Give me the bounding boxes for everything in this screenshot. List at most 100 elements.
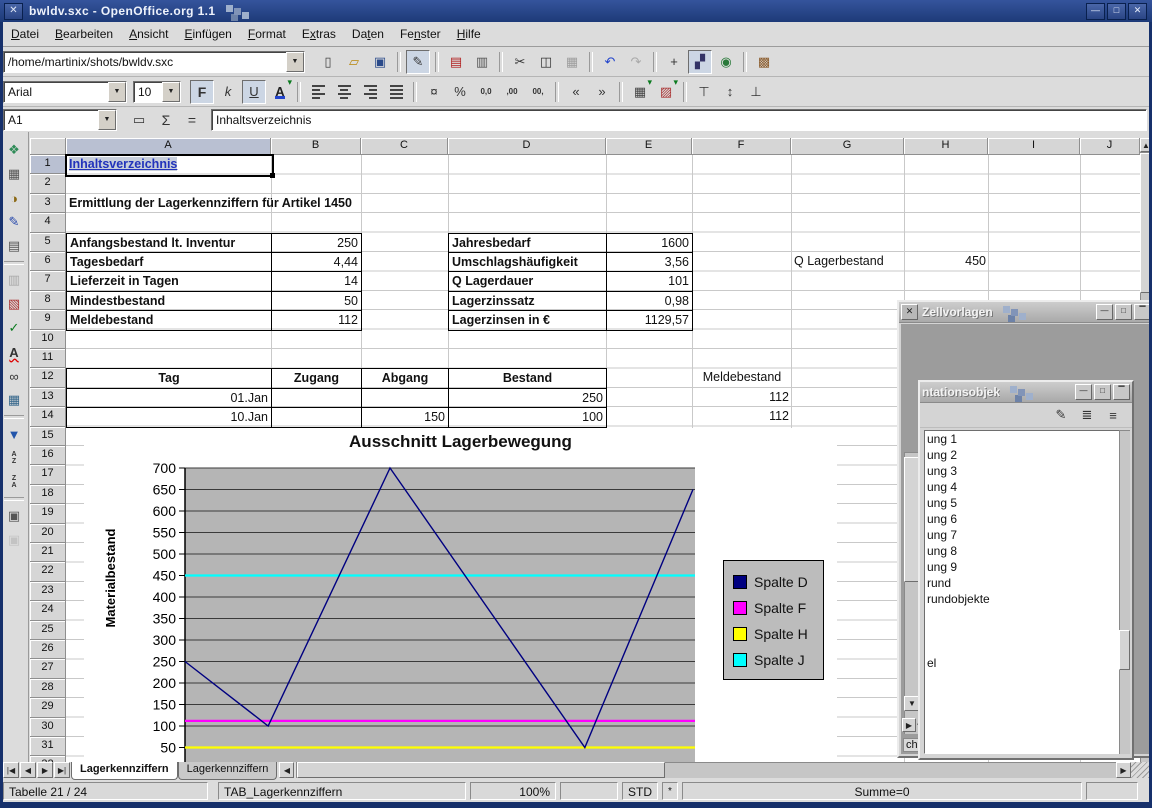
style-list-item[interactable]: ung 1: [925, 431, 1119, 447]
style-list-item[interactable]: [925, 639, 1119, 655]
row-header-2[interactable]: 2: [30, 174, 66, 193]
row-header-4[interactable]: 4: [30, 213, 66, 232]
previous-sheet-icon[interactable]: ◀: [20, 762, 36, 778]
column-header-D[interactable]: D: [448, 138, 606, 155]
insert-mode-status[interactable]: [560, 782, 618, 800]
cell-A12[interactable]: Tag: [66, 368, 272, 388]
scroll-right-icon[interactable]: ▶: [1116, 762, 1131, 778]
gallery-icon[interactable]: ◉: [714, 50, 738, 74]
first-sheet-icon[interactable]: |◀: [3, 762, 19, 778]
menu-bearbeiten[interactable]: Bearbeiten: [47, 24, 121, 44]
row-header-13[interactable]: 13: [30, 388, 66, 407]
column-header-H[interactable]: H: [904, 138, 988, 155]
row-header-28[interactable]: 28: [30, 679, 66, 698]
align-top-icon[interactable]: ⊤: [692, 80, 716, 104]
url-combobox[interactable]: /home/martinix/shots/bwldv.sxc ▼: [3, 51, 305, 73]
column-header-C[interactable]: C: [361, 138, 448, 155]
cell-A13[interactable]: 01.Jan: [66, 388, 272, 408]
row-header-1[interactable]: 1: [30, 155, 66, 174]
currency-icon[interactable]: ¤: [422, 80, 446, 104]
select-all-corner[interactable]: [30, 138, 66, 155]
style-list-scrollbar[interactable]: [1119, 430, 1130, 754]
borders-icon[interactable]: ▦: [628, 80, 652, 104]
column-header-G[interactable]: G: [791, 138, 904, 155]
column-header-F[interactable]: F: [692, 138, 791, 155]
row-header-27[interactable]: 27: [30, 659, 66, 678]
row-header-14[interactable]: 14: [30, 407, 66, 426]
stylist-minimize-icon[interactable]: —: [1096, 304, 1113, 320]
function-wizard-icon[interactable]: ▭: [126, 108, 152, 132]
cell-D12[interactable]: Bestand: [448, 368, 607, 388]
autofilter-icon[interactable]: ▼: [1, 422, 27, 446]
draw-functions-icon[interactable]: ✎: [1, 210, 27, 234]
align-bottom-icon[interactable]: ⊥: [744, 80, 768, 104]
bold-icon[interactable]: F: [190, 80, 214, 104]
stylist-scroll-right-icon[interactable]: ▶: [902, 718, 916, 732]
cell-A6[interactable]: Tagesbedarf: [66, 252, 272, 272]
row-header-6[interactable]: 6: [30, 252, 66, 271]
style-list-scroll-thumb[interactable]: [1119, 630, 1130, 670]
stylist-titlebar[interactable]: ✕ Zellvorlagen — □ ▔: [899, 302, 1152, 323]
column-header-A[interactable]: A: [66, 138, 271, 155]
sort-ascending-icon[interactable]: AZ: [1, 446, 27, 470]
form-controls-icon[interactable]: ▤: [1, 234, 27, 258]
maximize-icon[interactable]: □: [1107, 3, 1126, 20]
cell-C14[interactable]: 150: [361, 407, 449, 427]
style-list-item[interactable]: ung 2: [925, 447, 1119, 463]
cell-G6[interactable]: Q Lagerbestand: [791, 252, 905, 272]
style-list-item[interactable]: ung 3: [925, 463, 1119, 479]
cell-A8[interactable]: Mindestbestand: [66, 291, 272, 311]
group-icon[interactable]: ▣: [1, 504, 27, 528]
cell-C13[interactable]: [361, 388, 449, 408]
style-list-item[interactable]: ung 4: [925, 479, 1119, 495]
row-header-21[interactable]: 21: [30, 543, 66, 562]
cell-B9[interactable]: 112: [271, 310, 362, 330]
presentation-rollup-icon[interactable]: ▔: [1113, 384, 1130, 400]
background-color-icon[interactable]: ▨: [654, 80, 678, 104]
menu-fenster[interactable]: Fenster: [392, 24, 449, 44]
font-size-value[interactable]: 10: [134, 85, 162, 99]
spellcheck-icon[interactable]: ✓: [1, 316, 27, 340]
row-header-3[interactable]: 3: [30, 194, 66, 213]
cell-C12[interactable]: Abgang: [361, 368, 449, 388]
zoom-status[interactable]: 100%: [470, 782, 556, 800]
row-header-5[interactable]: 5: [30, 233, 66, 252]
cell-B5[interactable]: 250: [271, 233, 362, 253]
style-list-item[interactable]: [925, 623, 1119, 639]
insert-object-icon[interactable]: ❖: [1, 138, 27, 162]
insert-fields-icon[interactable]: ▥: [1, 268, 27, 292]
cell-F14[interactable]: 112: [692, 407, 792, 427]
cell-H6[interactable]: 450: [904, 252, 989, 272]
presentation-minimize-icon[interactable]: —: [1075, 384, 1092, 400]
font-name-combobox[interactable]: Arial ▼: [3, 81, 127, 103]
stylist-close-icon[interactable]: ✕: [901, 304, 918, 320]
decrease-indent-icon[interactable]: «: [564, 80, 588, 104]
menu-daten[interactable]: Daten: [344, 24, 392, 44]
stylist-maximize-icon[interactable]: □: [1115, 304, 1132, 320]
row-header-26[interactable]: 26: [30, 640, 66, 659]
sort-descending-icon[interactable]: ZA: [1, 470, 27, 494]
add-decimal-icon[interactable]: ,00: [500, 80, 524, 104]
menu-format[interactable]: Format: [240, 24, 294, 44]
stylist-icon[interactable]: ▞: [688, 50, 712, 74]
row-header-22[interactable]: 22: [30, 562, 66, 581]
find-replace-icon[interactable]: ∞: [1, 364, 27, 388]
tab-scroll-left-icon[interactable]: ◀: [279, 762, 294, 778]
row-header-12[interactable]: 12: [30, 368, 66, 387]
align-middle-icon[interactable]: ↕: [718, 80, 742, 104]
fill-format-mode-icon[interactable]: ✎: [1049, 403, 1073, 427]
title-bar[interactable]: ✕ bwldv.sxc - OpenOffice.org 1.1 — □ ✕: [0, 0, 1152, 22]
column-header-J[interactable]: J: [1080, 138, 1140, 155]
insert-image-icon[interactable]: ▩: [752, 50, 776, 74]
last-sheet-icon[interactable]: ▶|: [54, 762, 70, 778]
undo-icon[interactable]: ↶: [598, 50, 622, 74]
cell-A14[interactable]: 10.Jan: [66, 407, 272, 427]
presentation-maximize-icon[interactable]: □: [1094, 384, 1111, 400]
edit-file-icon[interactable]: ✎: [406, 50, 430, 74]
cell-E6[interactable]: 3,56: [606, 252, 693, 272]
presentation-styles-window[interactable]: ntationsobjek — □ ▔ ✎ ≣ ≡ ung 1ung 2ung …: [918, 380, 1134, 760]
cell-E8[interactable]: 0,98: [606, 291, 693, 311]
data-sources-icon[interactable]: ▦: [1, 388, 27, 412]
column-header-B[interactable]: B: [271, 138, 361, 155]
row-header-23[interactable]: 23: [30, 582, 66, 601]
